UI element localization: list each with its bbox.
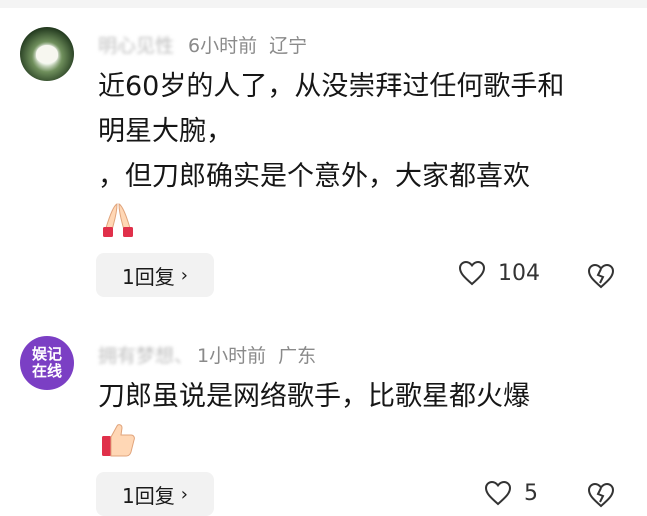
heart-icon	[458, 260, 486, 286]
heart-icon	[484, 480, 512, 506]
reply-label: 1回复	[122, 483, 175, 508]
reply-button[interactable]: 1回复 ›	[96, 472, 214, 516]
reply-button[interactable]: 1回复 ›	[96, 253, 214, 297]
avatar-text: 在线	[31, 362, 62, 380]
top-divider	[0, 0, 647, 8]
comment-meta: 拥有梦想、 1小时前 广东	[98, 341, 316, 368]
chevron-right-icon: ›	[180, 264, 188, 286]
comment-line: ，但刀郎确实是个意外，大家都喜欢	[98, 161, 530, 192]
chevron-right-icon: ›	[180, 483, 188, 505]
comment-time: 1小时前	[197, 345, 267, 367]
like-button[interactable]: 104	[458, 260, 540, 286]
username[interactable]: 拥有梦想、	[98, 341, 193, 368]
like-count: 104	[498, 260, 540, 286]
avatar[interactable]: 娱记 在线	[20, 336, 74, 390]
comment-line: 刀郎虽说是网络歌手，比歌星都火爆	[98, 381, 530, 412]
comment-text[interactable]: 近60岁的人了，从没崇拜过任何歌手和 明星大腕， ，但刀郎确实是个意外，大家都喜…	[98, 64, 628, 199]
comment-location: 辽宁	[269, 35, 308, 57]
like-count: 5	[524, 480, 538, 506]
comment-location: 广东	[278, 345, 317, 367]
broken-heart-icon[interactable]	[586, 263, 616, 289]
broken-heart-icon[interactable]	[586, 482, 616, 508]
praying-hands-icon	[103, 203, 133, 237]
thumbs-up-icon	[102, 424, 135, 457]
comment-meta: 明心见性 6小时前 辽宁	[98, 31, 307, 58]
username[interactable]: 明心见性	[98, 31, 174, 58]
avatar-text: 娱记	[31, 345, 62, 363]
comment-time: 6小时前	[188, 35, 258, 57]
avatar[interactable]	[20, 27, 74, 81]
comment-line: 明星大腕，	[98, 116, 233, 147]
comment-line: 近60岁的人了，从没崇拜过任何歌手和	[98, 71, 565, 102]
like-button[interactable]: 5	[484, 480, 538, 506]
comment-text[interactable]: 刀郎虽说是网络歌手，比歌星都火爆	[98, 374, 628, 419]
reply-label: 1回复	[122, 264, 175, 289]
